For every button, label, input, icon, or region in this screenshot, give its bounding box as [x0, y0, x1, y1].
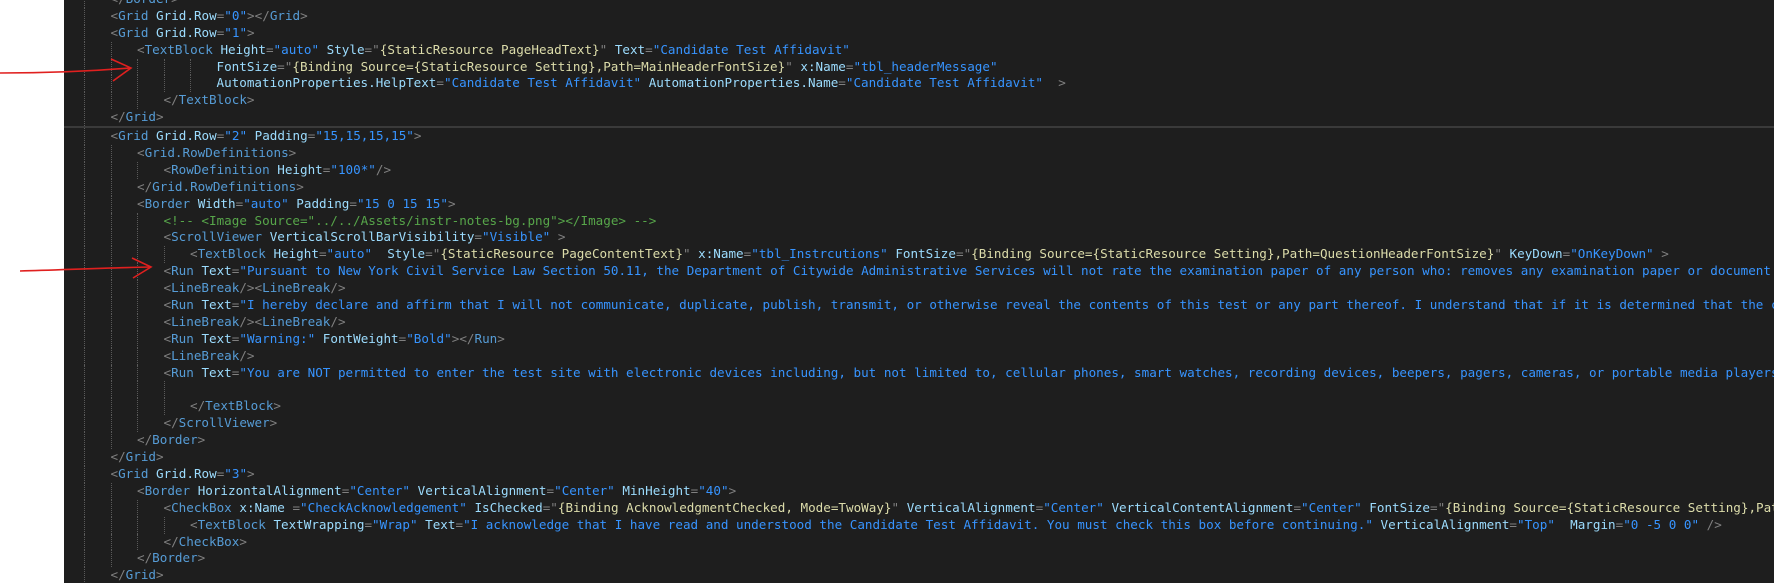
- code-text: <Run Text="Pursuant to New York Civil Se…: [163, 263, 1774, 279]
- code-line[interactable]: <Run Text="I hereby declare and affirm t…: [64, 297, 1774, 314]
- code-line[interactable]: <Run Text="Warning:" FontWeight="Bold"><…: [64, 330, 1774, 348]
- red-arrow-1-head: [110, 58, 133, 82]
- code-line[interactable]: <TextBlock Height="auto" Style="{StaticR…: [64, 41, 1774, 59]
- code-text: <RowDefinition Height="100*"/>: [163, 161, 392, 177]
- code-line[interactable]: </Grid>: [64, 567, 1774, 583]
- code-line[interactable]: <!-- <Image Source="../../Assets/instr-n…: [64, 212, 1774, 230]
- code-line[interactable]: <CheckBox x:Name ="CheckAcknowledgement"…: [64, 499, 1774, 517]
- code-text: </Grid.RowDefinitions>: [137, 178, 304, 194]
- code-line[interactable]: </Grid>: [64, 109, 1774, 129]
- code-line[interactable]: AutomationProperties.HelpText="Candidate…: [64, 75, 1774, 93]
- code-line[interactable]: </TextBlock>: [64, 398, 1774, 416]
- code-line[interactable]: [64, 381, 1774, 399]
- indent-guide: [163, 516, 165, 534]
- code-line[interactable]: <Run Text="Pursuant to New York Civil Se…: [64, 263, 1774, 281]
- code-text: <LineBreak/><LineBreak/>: [163, 280, 346, 296]
- code-line[interactable]: <RowDefinition Height="100*"/>: [64, 161, 1774, 179]
- code-line[interactable]: <Grid.RowDefinitions>: [64, 145, 1774, 162]
- code-line[interactable]: <TextBlock TextWrapping="Wrap" Text="I a…: [64, 516, 1774, 534]
- code-line[interactable]: <Grid Grid.Row="1">: [64, 24, 1774, 42]
- code-text: </ScrollViewer>: [163, 415, 278, 431]
- code-line[interactable]: <LineBreak/>: [64, 347, 1774, 365]
- indent-guide: [190, 58, 191, 76]
- code-text: <Grid.RowDefinitions>: [137, 145, 297, 161]
- code-text: <Run Text="Warning:" FontWeight="Bold"><…: [163, 330, 505, 346]
- code-text: AutomationProperties.HelpText="Candidate…: [216, 75, 1066, 91]
- code-line[interactable]: </ScrollViewer>: [64, 415, 1774, 433]
- code-text: FontSize="{Binding Source={StaticResourc…: [216, 58, 998, 74]
- code-text: <TextBlock Height="auto" Style="{StaticR…: [190, 246, 1669, 262]
- code-text: </TextBlock>: [163, 92, 255, 108]
- code-text: <Run Text="I hereby declare and affirm t…: [163, 297, 1774, 313]
- code-text: <!-- <Image Source="../../Assets/instr-n…: [163, 212, 657, 228]
- code-line[interactable]: <Border HorizontalAlignment="Center" Ver…: [64, 482, 1774, 500]
- code-text: <ScrollViewer VerticalScrollBarVisibilit…: [163, 229, 566, 245]
- indent-guide: [163, 381, 165, 399]
- indent-guide: [163, 246, 165, 264]
- code-text: <TextBlock Height="auto" Style="{StaticR…: [137, 41, 850, 57]
- indent-guide: [163, 58, 165, 76]
- code-text: <Border HorizontalAlignment="Center" Ver…: [137, 482, 737, 498]
- code-line[interactable]: </TextBlock>: [64, 92, 1774, 110]
- code-line[interactable]: <Border Width="auto" Padding="15 0 15 15…: [64, 195, 1774, 213]
- code-editor[interactable]: </Border><Grid Grid.Row="0"></Grid><Grid…: [64, 0, 1774, 583]
- code-line[interactable]: </Grid>: [64, 449, 1774, 466]
- red-arrow-1: [0, 67, 131, 74]
- code-text: <LineBreak/>: [163, 347, 255, 363]
- indent-guide: [163, 75, 165, 93]
- indent-guide: [190, 75, 191, 93]
- code-text: <CheckBox x:Name ="CheckAcknowledgement"…: [163, 499, 1774, 515]
- code-text: <TextBlock TextWrapping="Wrap" Text="I a…: [190, 516, 1722, 532]
- code-text: <LineBreak/><LineBreak/>: [163, 313, 346, 329]
- code-text: </TextBlock>: [190, 398, 282, 414]
- code-line[interactable]: </Border>: [64, 432, 1774, 450]
- code-line[interactable]: <Grid Grid.Row="2" Padding="15,15,15,15"…: [64, 128, 1774, 146]
- code-line[interactable]: <Grid Grid.Row="3">: [64, 465, 1774, 483]
- code-line[interactable]: <Run Text="You are NOT permitted to ente…: [64, 364, 1774, 382]
- annotation-arrows: [0, 58, 153, 279]
- code-line[interactable]: <LineBreak/><LineBreak/>: [64, 313, 1774, 331]
- code-text: <Border Width="auto" Padding="15 0 15 15…: [137, 195, 456, 211]
- code-line[interactable]: <ScrollViewer VerticalScrollBarVisibilit…: [64, 229, 1774, 247]
- code-line[interactable]: </CheckBox>: [64, 533, 1774, 551]
- code-text: <Run Text="You are NOT permitted to ente…: [163, 364, 1774, 380]
- code-text: </CheckBox>: [163, 533, 247, 549]
- code-lines: </Border><Grid Grid.Row="0"></Grid><Grid…: [64, 0, 1774, 583]
- red-arrow-2: [19, 266, 151, 272]
- code-line[interactable]: <TextBlock Height="auto" Style="{StaticR…: [64, 246, 1774, 264]
- indent-guide: [163, 398, 165, 416]
- code-line[interactable]: </Border>: [64, 550, 1774, 568]
- code-line[interactable]: <Grid Grid.Row="0"></Grid>: [64, 7, 1774, 25]
- code-line[interactable]: </Grid.RowDefinitions>: [64, 178, 1774, 196]
- code-line[interactable]: <LineBreak/><LineBreak/>: [64, 280, 1774, 298]
- code-line[interactable]: </Border>: [64, 0, 1774, 8]
- code-line[interactable]: FontSize="{Binding Source={StaticResourc…: [64, 58, 1774, 76]
